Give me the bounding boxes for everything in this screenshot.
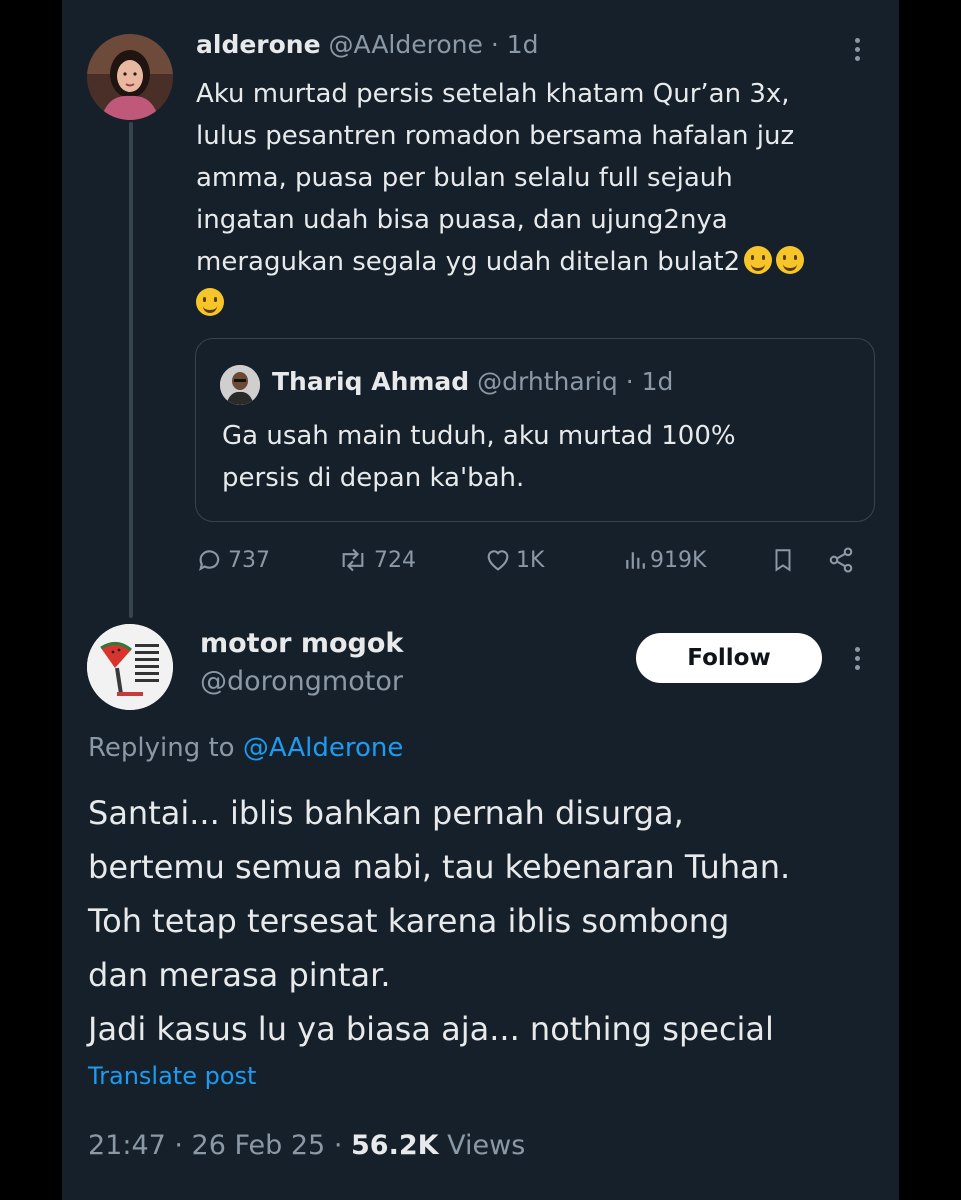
- reply-text-line: Jadi kasus lu ya biasa aja... nothing sp…: [88, 1010, 774, 1048]
- post-text: Aku murtad persis setelah khatam Qur’an …: [196, 73, 876, 325]
- replying-to-link[interactable]: @AAlderone: [243, 733, 404, 763]
- reply-text-line: Santai... iblis bahkan pernah disurga,: [88, 794, 684, 832]
- quoted-post-card[interactable]: Thariq Ahmad @drhthariq · 1d Ga usah mai…: [195, 338, 875, 522]
- quoted-author-name[interactable]: Thariq Ahmad: [272, 367, 469, 396]
- post-text-line: ingatan udah bisa puasa, dan ujung2nya: [196, 205, 728, 235]
- repost-icon: [342, 548, 364, 572]
- melting-face-icon: [196, 288, 224, 316]
- reply-count: 737: [228, 547, 270, 573]
- post-timestamp[interactable]: 21:47 · 26 Feb 25 ·: [88, 1130, 342, 1161]
- post-text-line: Aku murtad persis setelah khatam Qur’an …: [196, 79, 790, 109]
- post-action-bar: 737 724 1K 919K: [196, 540, 876, 580]
- like-button[interactable]: 1K: [484, 540, 544, 580]
- reply-text-line: Toh tetap tersesat karena iblis sombong: [88, 902, 730, 940]
- more-options-icon[interactable]: [852, 38, 862, 65]
- emoji-line: [196, 283, 876, 325]
- post-text-line: meragukan segala yg udah ditelan bulat2: [196, 241, 876, 283]
- quoted-post-text: Ga usah main tuduh, aku murtad 100% pers…: [222, 415, 842, 499]
- repost-count: 724: [374, 547, 416, 573]
- more-options-icon[interactable]: [852, 647, 862, 674]
- quoted-post-time[interactable]: · 1d: [626, 367, 674, 396]
- post-views-label: Views: [447, 1130, 526, 1161]
- reply-author-handle[interactable]: @dorongmotor: [200, 666, 403, 697]
- reply-author-name[interactable]: motor mogok: [200, 628, 403, 659]
- views-button[interactable]: 919K: [624, 540, 706, 580]
- post-text-line: lulus pesantren romadon bersama hafalan …: [196, 121, 795, 151]
- heart-icon: [487, 550, 509, 571]
- thread-connector-line: [129, 122, 133, 618]
- like-count: 1K: [516, 547, 545, 573]
- share-button[interactable]: [826, 540, 860, 580]
- replying-prefix: Replying to: [88, 733, 235, 763]
- post-time[interactable]: · 1d: [491, 30, 539, 59]
- quoted-text-line: persis di depan ka'bah.: [222, 463, 525, 493]
- replying-to: Replying to @AAlderone: [88, 733, 403, 763]
- bookmark-icon: [775, 549, 791, 572]
- quoted-author-handle[interactable]: @drhthariq: [477, 367, 618, 396]
- reply-text-line: dan merasa pintar.: [88, 956, 391, 994]
- reply-text: Santai... iblis bahkan pernah disurga, b…: [88, 786, 888, 1056]
- quoted-post-header: Thariq Ahmad @drhthariq · 1d: [272, 367, 673, 396]
- reply-button[interactable]: 737: [196, 540, 270, 580]
- avatar-motor-mogok[interactable]: [87, 624, 173, 710]
- melting-face-icon: [744, 246, 773, 274]
- follow-button[interactable]: Follow: [636, 633, 822, 683]
- repost-button[interactable]: 724: [336, 540, 416, 580]
- author-handle[interactable]: @AAlderone: [329, 30, 483, 59]
- avatar-thariq[interactable]: [220, 365, 260, 405]
- post-text-line: amma, puasa per bulan selalu full sejauh: [196, 163, 733, 193]
- reply-icon: [199, 550, 220, 571]
- quoted-text-line: Ga usah main tuduh, aku murtad 100%: [222, 421, 736, 451]
- avatar-alderone[interactable]: [87, 34, 173, 120]
- post-metadata: 21:47 · 26 Feb 25 · 56.2K Views: [88, 1130, 525, 1161]
- translate-post-link[interactable]: Translate post: [88, 1062, 256, 1090]
- melting-face-icon: [776, 246, 805, 274]
- views-chart-icon: [626, 552, 645, 569]
- share-icon: [829, 547, 853, 573]
- post-views-count: 56.2K: [351, 1130, 439, 1161]
- author-name[interactable]: alderone: [196, 30, 321, 59]
- views-count: 919K: [650, 547, 707, 573]
- reply-text-line: bertemu semua nabi, tau kebenaran Tuhan.: [88, 848, 791, 886]
- post-header: alderone @AAlderone · 1d: [196, 30, 539, 59]
- post-text-line-end: meragukan segala yg udah ditelan bulat2: [196, 247, 741, 277]
- bookmark-button[interactable]: [770, 540, 800, 580]
